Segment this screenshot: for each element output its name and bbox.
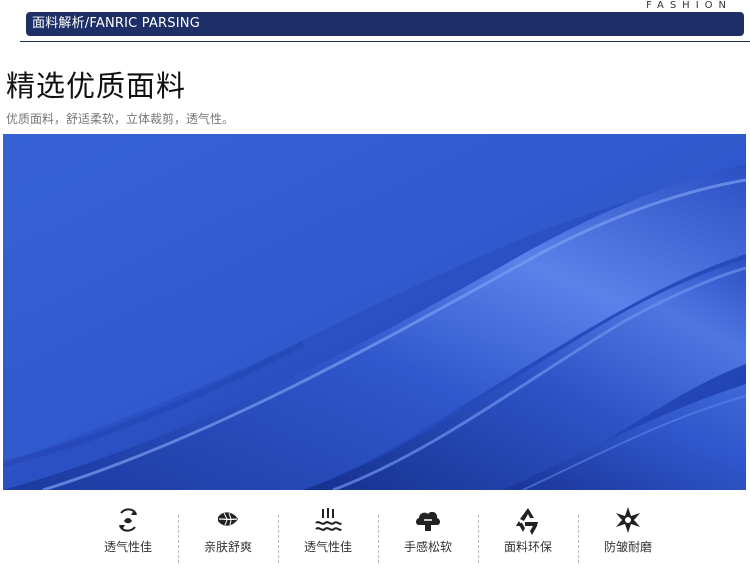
- feature-list: 透气性佳 亲肤舒爽 透气性佳 手感松软 面料环保 防皱耐磨: [0, 505, 750, 565]
- recycle-icon: [516, 508, 538, 535]
- moisture-wicking-icon: [315, 508, 342, 531]
- leaf-icon: [218, 512, 238, 526]
- banner-title: 面料解析/FANRIC PARSING: [32, 16, 200, 31]
- feature-item: 手感松软: [378, 505, 478, 565]
- cloud-soft-icon: [416, 511, 440, 531]
- feature-item: 亲肤舒爽: [178, 505, 278, 565]
- feature-label: 亲肤舒爽: [203, 540, 252, 554]
- feature-divider: [378, 515, 379, 563]
- feature-item: 透气性佳: [78, 505, 178, 565]
- feature-divider: [478, 515, 479, 563]
- feature-label: 面料环保: [503, 540, 552, 554]
- feature-label: 防皱耐磨: [603, 540, 652, 554]
- star-flower-icon: [616, 507, 640, 533]
- breathable-arrows-icon: [119, 508, 137, 532]
- banner-underline: [20, 41, 750, 42]
- feature-item: 面料环保: [478, 505, 578, 565]
- feature-label: 手感松软: [403, 540, 452, 554]
- feature-item: 透气性佳: [278, 505, 378, 565]
- feature-divider: [578, 515, 579, 563]
- page-title: 精选优质面料: [6, 69, 187, 103]
- fabric-photo: [3, 134, 746, 490]
- feature-label: 透气性佳: [303, 540, 352, 554]
- page-subtitle: 优质面料，舒适柔软，立体裁剪，透气性。: [6, 112, 235, 126]
- fabric-illustration: [3, 134, 746, 490]
- feature-item: 防皱耐磨: [578, 505, 678, 565]
- feature-divider: [178, 515, 179, 563]
- feature-label: 透气性佳: [103, 540, 152, 554]
- header-banner: 面料解析/FANRIC PARSING FASHION: [0, 0, 750, 48]
- fashion-tag: FASHION: [638, 0, 732, 12]
- feature-divider: [278, 515, 279, 563]
